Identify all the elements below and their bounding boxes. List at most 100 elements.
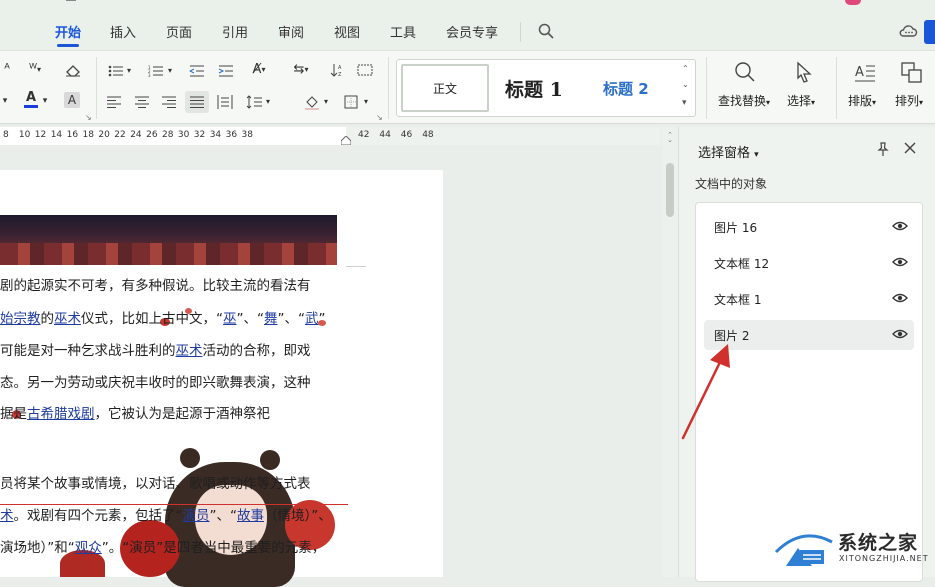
hyperlink[interactable]: 术 bbox=[0, 508, 14, 524]
paragraph-line[interactable]: 始宗教的巫术仪式，比如上古中文，“巫”、“舞”、“武” bbox=[0, 307, 326, 327]
borders-dropdown-icon[interactable]: ▾ bbox=[362, 94, 370, 108]
bullet-list-icon[interactable] bbox=[108, 65, 124, 77]
align-left-icon[interactable] bbox=[107, 96, 121, 108]
hyperlink[interactable]: 巫术 bbox=[176, 343, 203, 359]
sort-icon[interactable]: AZ bbox=[330, 63, 346, 77]
styles-more-icon[interactable]: ▾ bbox=[682, 98, 687, 108]
arrange-order-button[interactable]: 排列▾ bbox=[892, 59, 935, 117]
svg-text:A: A bbox=[338, 65, 342, 71]
hyperlink[interactable]: 始宗教 bbox=[0, 311, 41, 327]
share-button[interactable] bbox=[924, 20, 935, 44]
tab-insert[interactable]: 插入 bbox=[110, 22, 136, 41]
shading-dropdown-icon[interactable]: ▾ bbox=[322, 94, 330, 108]
visibility-eye-icon[interactable] bbox=[892, 220, 908, 232]
text-direction-icon[interactable]: ⇆ ▾ bbox=[288, 61, 314, 77]
title-bar bbox=[0, 0, 935, 14]
object-row[interactable]: 文本框 1 bbox=[704, 284, 914, 314]
tab-member[interactable]: 会员专享 bbox=[446, 22, 498, 41]
numbered-dropdown-icon[interactable]: ▾ bbox=[166, 63, 174, 77]
styles-scroll-up-icon[interactable]: ⌃ bbox=[682, 64, 689, 73]
tab-view[interactable]: 视图 bbox=[334, 22, 360, 41]
character-shading-icon[interactable]: A bbox=[64, 92, 80, 108]
tab-review[interactable]: 审阅 bbox=[278, 22, 304, 41]
hyperlink[interactable]: 武 bbox=[305, 311, 319, 327]
object-row[interactable]: 文本框 12 bbox=[704, 248, 914, 278]
ruler-tick: 22 bbox=[114, 130, 126, 140]
font-dialog-launcher-icon[interactable]: ↘ bbox=[85, 113, 92, 122]
document-page[interactable]: 剧的起源实不可考，有多种假说。比较主流的看法有 始宗教的巫术仪式，比如上古中文，“… bbox=[0, 170, 443, 587]
show-marks-icon[interactable] bbox=[357, 64, 373, 76]
decrease-indent-icon[interactable] bbox=[189, 65, 205, 77]
magnifier-icon bbox=[735, 62, 755, 82]
paragraph-line[interactable]: 态。另一为劳动或庆祝丰收时的即兴歌舞表演，这种 bbox=[0, 371, 311, 391]
find-replace-button[interactable]: 查找替换▾ bbox=[716, 59, 770, 117]
eraser-icon[interactable] bbox=[64, 63, 82, 77]
dropdown-arrow-icon[interactable]: ▾ bbox=[0, 93, 10, 109]
phonetic-guide-icon[interactable]: ᵂ ▾ bbox=[22, 61, 48, 77]
numbered-list-icon[interactable]: 123 bbox=[148, 65, 164, 77]
arrange-layout-button[interactable]: A 排版▾ bbox=[845, 59, 885, 117]
align-right-icon[interactable] bbox=[162, 96, 176, 108]
style-heading2[interactable]: 标题 2 bbox=[593, 64, 673, 112]
paragraph-dialog-launcher-icon[interactable]: ↘ bbox=[376, 113, 383, 122]
chinese-layout-icon[interactable]: Ⱥ ▾ bbox=[246, 61, 272, 77]
style-heading1-label: 标题 1 bbox=[505, 79, 563, 101]
justify-button[interactable] bbox=[185, 91, 209, 113]
group-divider bbox=[96, 57, 97, 119]
paragraph-line[interactable]: 可能是对一种乞求战斗胜利的巫术活动的合称，即戏 bbox=[0, 339, 311, 359]
line-spacing-dropdown-icon[interactable]: ▾ bbox=[264, 94, 272, 108]
document-area[interactable]: 剧的起源实不可考，有多种假说。比较主流的看法有 始宗教的巫术仪式，比如上古中文，“… bbox=[0, 145, 662, 587]
scrollbar-thumb[interactable] bbox=[666, 163, 674, 217]
close-icon[interactable] bbox=[903, 141, 917, 155]
paragraph-line[interactable]: 术。戏剧有四个元素，包括了“演员”、“故事（情境）”、 bbox=[0, 504, 332, 524]
tab-start[interactable]: 开始 bbox=[55, 22, 81, 47]
increase-indent-icon[interactable] bbox=[218, 65, 234, 77]
pin-icon[interactable] bbox=[875, 141, 891, 157]
tab-page[interactable]: 页面 bbox=[166, 22, 192, 41]
align-center-icon[interactable] bbox=[135, 96, 149, 108]
paragraph-line[interactable]: 剧的起源实不可考，有多种假说。比较主流的看法有 bbox=[0, 274, 311, 294]
text-boundary-mark bbox=[346, 266, 366, 267]
styles-scroll-down-icon[interactable]: ⌄ bbox=[682, 80, 689, 89]
style-normal[interactable]: 正文 bbox=[401, 64, 489, 112]
hyperlink[interactable]: 观众 bbox=[75, 540, 102, 556]
paragraph-line[interactable]: 据是古希腊戏剧，它被认为是起源于酒神祭祀 bbox=[0, 402, 270, 422]
font-color-icon[interactable]: A bbox=[24, 91, 38, 109]
hyperlink[interactable]: 故事 bbox=[237, 508, 264, 524]
hyperlink[interactable]: 古希腊戏剧 bbox=[27, 406, 95, 422]
pane-title[interactable]: 选择窗格 ▾ bbox=[698, 142, 759, 161]
horizontal-ruler[interactable]: 8 10 12 14 16 18 20 22 24 26 28 30 32 34 36 38 42 44 46 48 bbox=[0, 127, 660, 146]
object-row[interactable]: 图片 16 bbox=[704, 212, 914, 242]
ruler-toggle-icon[interactable]: ⌃ ⌄ bbox=[666, 132, 674, 144]
select-button[interactable]: 选择▾ bbox=[784, 59, 824, 117]
paragraph-line[interactable]: 员将某个故事或情境，以对话、歌唱或动作等方式表 bbox=[0, 472, 311, 492]
watermark-name: 系统之家 bbox=[838, 532, 919, 554]
avatar[interactable] bbox=[845, 0, 861, 5]
visibility-eye-icon[interactable] bbox=[892, 256, 908, 268]
borders-icon[interactable] bbox=[344, 95, 358, 109]
hyperlink[interactable]: 演员 bbox=[183, 508, 210, 524]
hyperlink[interactable]: 舞 bbox=[264, 311, 278, 327]
distributed-align-icon[interactable] bbox=[217, 95, 233, 109]
visibility-eye-icon[interactable] bbox=[892, 292, 908, 304]
tab-tools[interactable]: 工具 bbox=[390, 22, 416, 41]
style-normal-label: 正文 bbox=[433, 82, 458, 96]
indent-marker-icon[interactable] bbox=[340, 135, 352, 146]
cloud-icon[interactable] bbox=[898, 22, 918, 40]
ruler-tick: 16 bbox=[66, 130, 79, 140]
visibility-eye-icon[interactable] bbox=[892, 328, 908, 340]
font-color-dropdown-icon[interactable]: ▾ bbox=[40, 93, 50, 109]
hyperlink[interactable]: 巫 bbox=[223, 311, 237, 327]
style-heading1[interactable]: 标题 1 bbox=[495, 64, 585, 112]
tab-reference[interactable]: 引用 bbox=[222, 22, 248, 41]
paragraph-line[interactable]: 演场地）”和“观众”。“演员”是四者当中最重要的元素， bbox=[0, 536, 325, 556]
font-size-increase-icon[interactable]: ᴬ bbox=[0, 61, 14, 77]
search-icon[interactable] bbox=[537, 22, 555, 40]
hyperlink[interactable]: 巫术 bbox=[54, 311, 81, 327]
shading-icon[interactable] bbox=[304, 94, 320, 110]
text-run: ”、“ bbox=[209, 508, 238, 524]
add-tab-icon[interactable] bbox=[66, 0, 76, 3]
image-banner[interactable] bbox=[0, 215, 337, 265]
bullet-dropdown-icon[interactable]: ▾ bbox=[125, 63, 133, 77]
line-spacing-icon[interactable] bbox=[246, 95, 262, 109]
